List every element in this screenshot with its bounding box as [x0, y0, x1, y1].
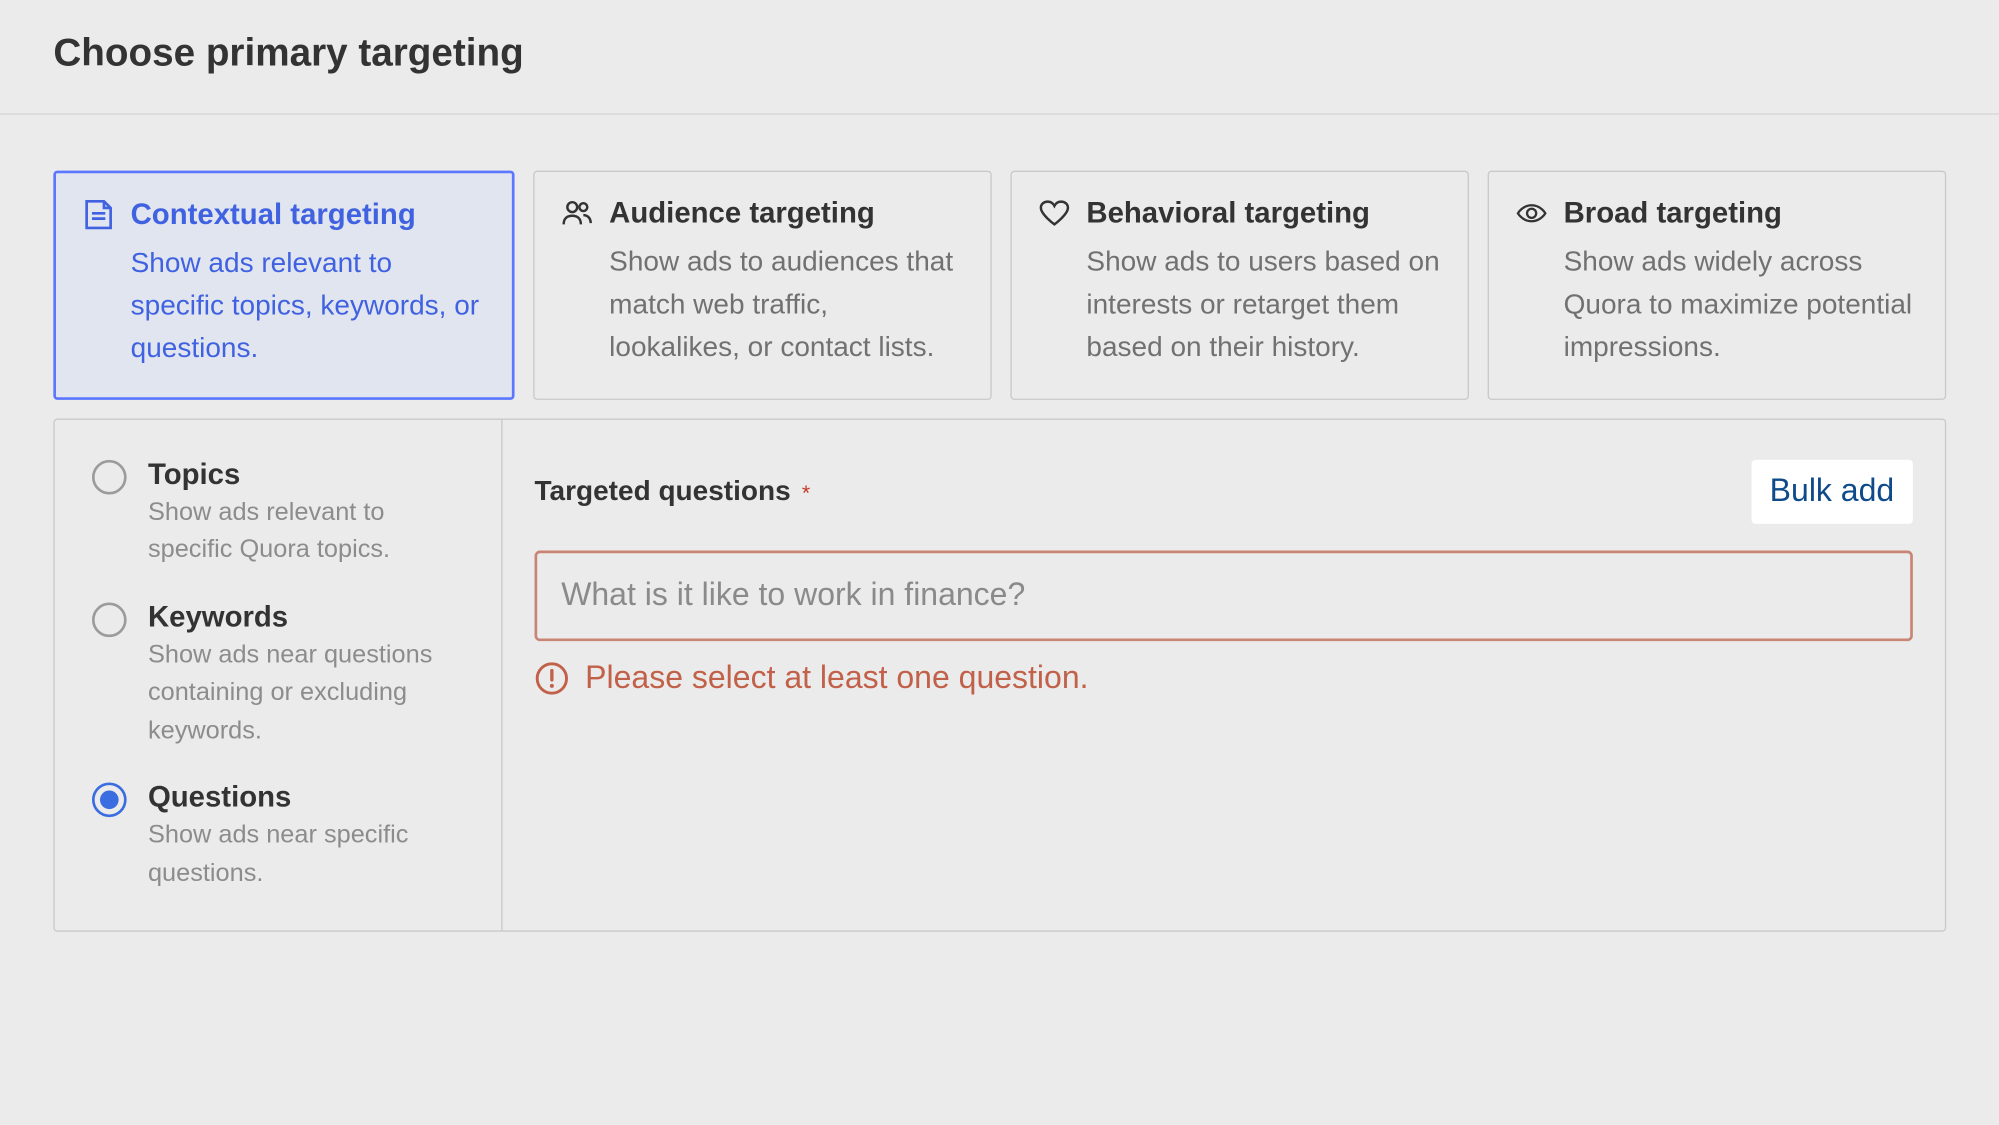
- sidebar-options: Topics Show ads relevant to specific Quo…: [55, 420, 503, 931]
- field-label: Targeted questions: [535, 476, 791, 507]
- main-panel: Targeted questions * Bulk add Pleas: [503, 420, 1945, 931]
- targeting-cards-row: Contextual targeting Show ads relevant t…: [53, 171, 1946, 400]
- card-title: Audience targeting: [609, 196, 875, 231]
- targeting-card-broad[interactable]: Broad targeting Show ads widely across Q…: [1488, 171, 1947, 400]
- lower-panel: Topics Show ads relevant to specific Quo…: [53, 418, 1946, 932]
- page-header: Choose primary targeting: [0, 0, 1999, 115]
- radio-option-questions[interactable]: Questions Show ads near specific questio…: [92, 780, 472, 893]
- card-header: Audience targeting: [561, 196, 964, 231]
- radio-content: Keywords Show ads near questions contain…: [148, 599, 472, 750]
- error-message: Please select at least one question.: [585, 659, 1088, 696]
- targeted-questions-input[interactable]: [535, 550, 1913, 641]
- targeting-card-contextual[interactable]: Contextual targeting Show ads relevant t…: [53, 171, 514, 400]
- radio-circle: [92, 783, 127, 818]
- required-indicator: *: [802, 482, 810, 505]
- card-desc: Show ads relevant to specific topics, ke…: [83, 243, 486, 371]
- card-title: Behavioral targeting: [1086, 196, 1370, 231]
- eye-icon: [1516, 197, 1548, 229]
- document-icon: [83, 199, 115, 231]
- people-icon: [561, 197, 593, 229]
- radio-title: Keywords: [148, 599, 472, 634]
- radio-circle: [92, 602, 127, 637]
- page-title: Choose primary targeting: [53, 32, 1946, 76]
- radio-desc: Show ads near specific questions.: [148, 817, 472, 893]
- error-row: Please select at least one question.: [535, 659, 1913, 696]
- card-desc: Show ads widely across Quora to maximize…: [1516, 241, 1919, 369]
- radio-desc: Show ads near questions containing or ex…: [148, 637, 472, 751]
- targeting-card-audience[interactable]: Audience targeting Show ads to audiences…: [533, 171, 992, 400]
- radio-circle: [92, 460, 127, 495]
- bulk-add-button[interactable]: Bulk add: [1751, 460, 1913, 524]
- radio-title: Topics: [148, 457, 472, 492]
- radio-option-keywords[interactable]: Keywords Show ads near questions contain…: [92, 599, 472, 750]
- warning-icon: [535, 661, 570, 696]
- radio-content: Topics Show ads relevant to specific Quo…: [148, 457, 472, 570]
- card-title: Broad targeting: [1564, 196, 1782, 231]
- card-desc: Show ads to users based on interests or …: [1038, 241, 1441, 369]
- card-title: Contextual targeting: [131, 197, 416, 232]
- radio-option-topics[interactable]: Topics Show ads relevant to specific Quo…: [92, 457, 472, 570]
- content-area: Contextual targeting Show ads relevant t…: [0, 115, 1999, 988]
- card-header: Behavioral targeting: [1038, 196, 1441, 231]
- field-header: Targeted questions * Bulk add: [535, 460, 1913, 524]
- heart-icon: [1038, 197, 1070, 229]
- radio-desc: Show ads relevant to specific Quora topi…: [148, 494, 472, 570]
- card-header: Broad targeting: [1516, 196, 1919, 231]
- radio-title: Questions: [148, 780, 472, 815]
- targeting-card-behavioral[interactable]: Behavioral targeting Show ads to users b…: [1010, 171, 1469, 400]
- field-label-wrap: Targeted questions *: [535, 476, 811, 508]
- card-header: Contextual targeting: [83, 197, 486, 232]
- radio-content: Questions Show ads near specific questio…: [148, 780, 472, 893]
- card-desc: Show ads to audiences that match web tra…: [561, 241, 964, 369]
